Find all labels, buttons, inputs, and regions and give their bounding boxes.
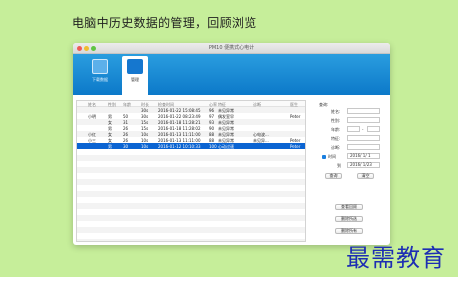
cell-doctor: Peter [290, 113, 301, 119]
cell-doctor: Peter [290, 137, 301, 143]
view-review-button[interactable]: 查看回顾 [335, 204, 363, 210]
cell-check-time: 2016-01-13 11:11:00 [158, 137, 201, 143]
cell-check-time: 2016-01-22 08:23:49 [158, 113, 201, 119]
cell-doctor: Peter [290, 143, 301, 149]
nav-banner: 下载数据 管理 [73, 54, 390, 95]
cell-age: 31 [123, 119, 129, 125]
app-window: PM10 便携式心电计 下载数据 管理 姓名 性别 年龄 时长 检查时间 心率 … [73, 43, 390, 245]
delete-selected-button[interactable]: 删除所选 [335, 216, 363, 222]
feature-label: 特征: [331, 136, 341, 141]
nav-download-button[interactable]: 下载数据 [88, 59, 112, 91]
table-body: 30s 2016-01-22 15:08:45 96 未见异常 小明男 50 30s 2016… [77, 107, 305, 149]
cell-age: 26 [123, 137, 129, 143]
window-title: PM10 便携式心电计 [208, 45, 255, 51]
slide-heading: 电脑中历史数据的管理，回顾浏览 [72, 16, 257, 30]
search-button[interactable]: 查询 [325, 173, 342, 179]
cell-check-time: 2016-01-22 15:08:45 [158, 107, 201, 113]
title-bar: PM10 便携式心电计 [73, 43, 390, 54]
name-label: 姓名: [331, 109, 341, 114]
cell-heart-rate: 88 [209, 137, 215, 143]
cell-check-time: 2016-01-13 11:11:00 [158, 131, 201, 137]
cell-feature: 心动过速 [218, 143, 234, 149]
cell-age: 26 [123, 125, 129, 131]
gender-select[interactable] [347, 117, 380, 123]
age-separator: - [362, 127, 364, 132]
cell-duration: 30s [141, 113, 149, 119]
cell-age: 50 [123, 113, 129, 119]
cell-heart-rate: 88 [209, 131, 215, 137]
feature-select[interactable] [347, 135, 380, 141]
time-label: 时间 [328, 154, 336, 159]
download-icon [92, 59, 108, 74]
cell-gender: 男 [108, 143, 112, 149]
to-label: 到 [337, 163, 341, 168]
name-input[interactable] [347, 108, 380, 114]
cell-duration: 15s [141, 119, 149, 125]
cell-check-time: 2016-01-18 11:28:21 [158, 119, 201, 125]
records-table: 姓名 性别 年龄 时长 检查时间 心率 特征 诊断 医生 30s 2016-01-… [76, 100, 306, 242]
cell-duration: 15s [141, 125, 149, 131]
cell-heart-rate: 100 [209, 143, 217, 149]
clear-button[interactable]: 清空 [357, 173, 374, 179]
cell-duration: 10s [141, 143, 149, 149]
cell-heart-rate: 96 [209, 107, 215, 113]
cell-heart-rate: 93 [209, 119, 215, 125]
cell-duration: 30s [141, 107, 149, 113]
query-panel: 查询: 姓名: 性别: 年龄: - 特征: 诊断: 时间 2016/ 1/ 1 … [311, 100, 389, 242]
time-to-input[interactable]: 2016/ 1/23 [347, 162, 380, 168]
cell-check-time: 2016-01-12 10:10:33 [158, 143, 201, 149]
diagnosis-input[interactable] [347, 144, 380, 150]
cell-check-time: 2016-01-18 11:28:02 [158, 125, 201, 131]
diagnosis-label: 诊断: [331, 145, 341, 150]
age-label: 年龄: [331, 127, 341, 132]
time-checkbox[interactable] [322, 155, 326, 159]
age-max-input[interactable] [367, 126, 380, 132]
cell-age: 26 [123, 131, 129, 137]
watermark-text: 最需教育 [346, 244, 446, 272]
cell-heart-rate: 90 [209, 125, 215, 131]
query-title: 查询: [319, 102, 329, 107]
manage-icon [127, 59, 143, 74]
cell-age: 30 [123, 143, 129, 149]
cell-duration: 10s [141, 137, 149, 143]
nav-download-label: 下载数据 [92, 77, 108, 82]
age-min-input[interactable] [347, 126, 360, 132]
delete-all-button[interactable]: 删除所有 [335, 228, 363, 234]
cell-duration: 10s [141, 131, 149, 137]
nav-manage-label: 管理 [131, 77, 139, 82]
cell-heart-rate: 97 [209, 113, 215, 119]
gender-label: 性别: [331, 118, 341, 123]
time-from-input[interactable]: 2016/ 1/ 1 [347, 153, 380, 159]
nav-manage-button[interactable]: 管理 [122, 56, 148, 95]
slide-background: 电脑中历史数据的管理，回顾浏览 PM10 便携式心电计 下载数据 管理 姓名 性… [0, 0, 458, 277]
table-row[interactable]: 男 30 10s 2016-01-12 10:10:33 100 心动过速 Peter [77, 143, 305, 149]
